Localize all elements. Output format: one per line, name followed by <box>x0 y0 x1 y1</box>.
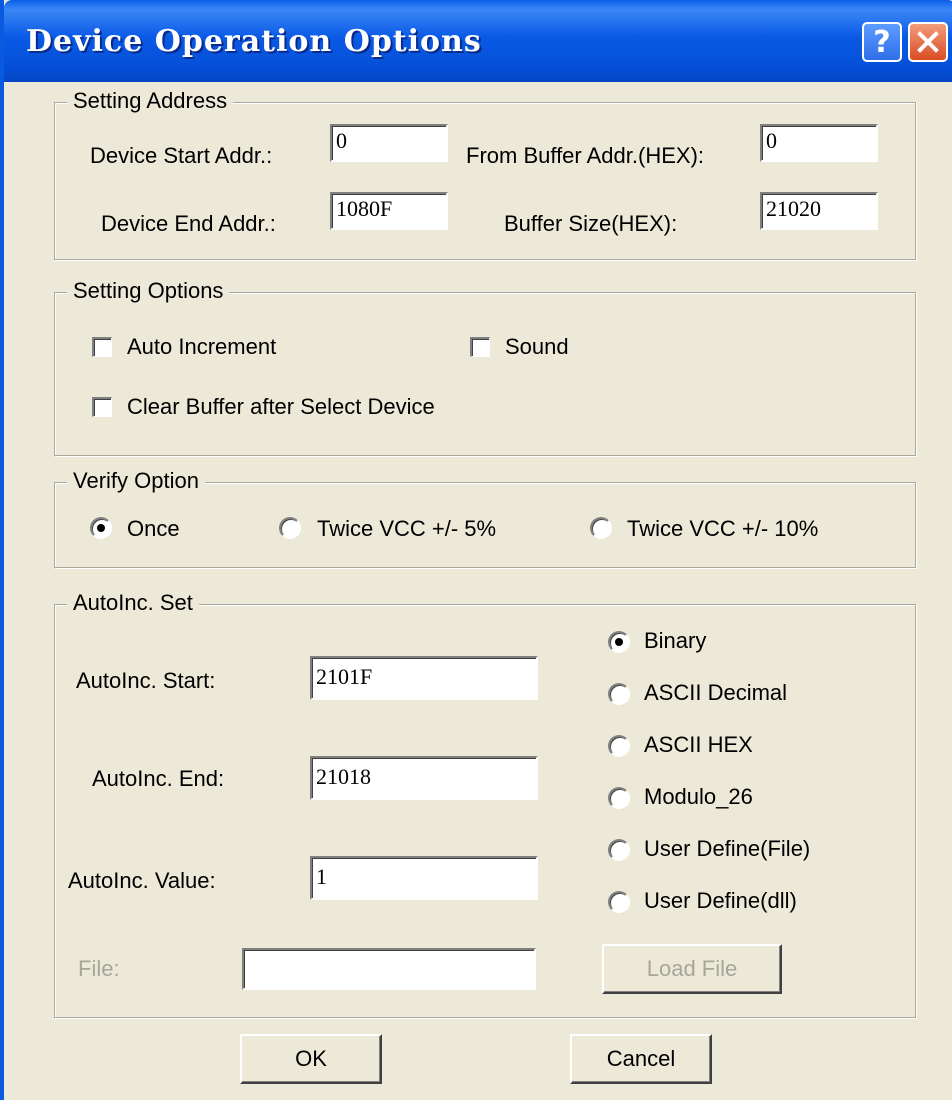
buffer-size-field[interactable]: 21020 <box>760 192 878 230</box>
mode-user-file-label[interactable]: User Define(File) <box>644 836 810 862</box>
device-end-label: Device End Addr.: <box>101 211 276 236</box>
file-label: File: <box>78 956 120 981</box>
autoinc-start-field[interactable]: 2101F <box>310 656 538 700</box>
device-start-label: Device Start Addr.: <box>90 143 273 168</box>
setting-options-group: Setting Options <box>54 278 916 456</box>
device-operation-options-dialog: Device Operation Options ? Setting Addre… <box>0 0 952 1100</box>
setting-options-legend: Setting Options <box>67 278 230 304</box>
auto-increment-checkbox[interactable] <box>92 337 112 357</box>
device-end-field[interactable]: 1080F <box>330 192 448 230</box>
setting-address-legend: Setting Address <box>67 88 234 114</box>
verify-twice-5-radio[interactable] <box>279 517 301 539</box>
autoinc-set-legend: AutoInc. Set <box>67 590 199 616</box>
verify-once-radio[interactable] <box>90 517 112 539</box>
autoinc-start-label: AutoInc. Start: <box>76 668 216 693</box>
mode-ascii-decimal-radio[interactable] <box>608 683 630 705</box>
cancel-button[interactable]: Cancel <box>570 1034 712 1084</box>
clear-buffer-label[interactable]: Clear Buffer after Select Device <box>127 394 435 420</box>
from-buffer-label: From Buffer Addr.(HEX): <box>466 143 705 168</box>
mode-modulo26-label[interactable]: Modulo_26 <box>644 784 753 810</box>
verify-twice-10-radio[interactable] <box>590 517 612 539</box>
autoinc-value-label: AutoInc. Value: <box>68 868 216 893</box>
mode-modulo26-radio[interactable] <box>608 787 630 809</box>
question-mark-icon: ? <box>873 24 891 60</box>
auto-increment-label[interactable]: Auto Increment <box>127 334 276 360</box>
mode-user-dll-label[interactable]: User Define(dll) <box>644 888 797 914</box>
from-buffer-field[interactable]: 0 <box>760 124 878 162</box>
verify-once-label[interactable]: Once <box>127 516 180 542</box>
window-title: Device Operation Options <box>26 24 482 59</box>
mode-ascii-hex-label[interactable]: ASCII HEX <box>644 732 753 758</box>
help-button[interactable]: ? <box>862 22 902 62</box>
mode-user-file-radio[interactable] <box>608 839 630 861</box>
mode-ascii-hex-radio[interactable] <box>608 735 630 757</box>
mode-user-dll-radio[interactable] <box>608 891 630 913</box>
clear-buffer-checkbox[interactable] <box>92 397 112 417</box>
device-start-field[interactable]: 0 <box>330 124 448 162</box>
buffer-size-label: Buffer Size(HEX): <box>504 211 678 236</box>
file-field[interactable] <box>242 948 536 990</box>
sound-checkbox[interactable] <box>470 337 490 357</box>
autoinc-value-field[interactable]: 1 <box>310 856 538 900</box>
verify-twice-10-label[interactable]: Twice VCC +/- 10% <box>627 516 818 542</box>
autoinc-end-field[interactable]: 21018 <box>310 756 538 800</box>
close-icon <box>917 31 939 53</box>
close-button[interactable] <box>908 22 948 62</box>
mode-binary-radio[interactable] <box>608 631 630 653</box>
sound-label[interactable]: Sound <box>505 334 569 360</box>
verify-option-legend: Verify Option <box>67 468 205 494</box>
ok-button[interactable]: OK <box>240 1034 382 1084</box>
mode-ascii-decimal-label[interactable]: ASCII Decimal <box>644 680 787 706</box>
autoinc-end-label: AutoInc. End: <box>92 766 225 791</box>
load-file-button[interactable]: Load File <box>602 944 782 994</box>
verify-twice-5-label[interactable]: Twice VCC +/- 5% <box>317 516 496 542</box>
mode-binary-label[interactable]: Binary <box>644 628 706 654</box>
title-bar[interactable]: Device Operation Options ? <box>4 0 952 82</box>
